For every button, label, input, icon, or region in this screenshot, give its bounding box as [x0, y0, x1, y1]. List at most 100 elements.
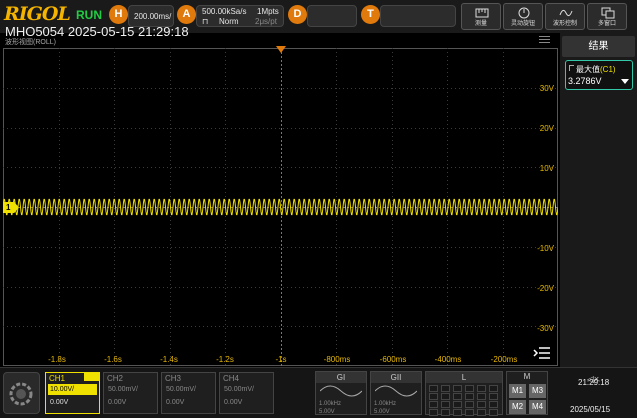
knob-button[interactable]: 灵动旋钮: [503, 3, 543, 30]
logic-channel-cell[interactable]: [441, 401, 450, 408]
gear-icon: [9, 382, 33, 406]
channel-ch4[interactable]: CH4 50.00mV/ 0.00V: [219, 372, 274, 414]
trigger-position-marker[interactable]: [276, 46, 286, 53]
channel-scale: 50.00mV/: [224, 386, 254, 393]
logic-channel-cell[interactable]: [453, 401, 462, 408]
ch1-active-tab: [84, 373, 100, 381]
acquisition-badge[interactable]: A: [177, 5, 196, 24]
logic-channel-cell[interactable]: [477, 385, 486, 392]
channel-ch2[interactable]: CH2 50.00mV/ 0.00V: [103, 372, 158, 414]
home-button[interactable]: [3, 372, 40, 414]
time-label: -1.8s: [48, 355, 66, 364]
wave-control-label: 波形控制: [552, 21, 577, 27]
logic-channel-cell[interactable]: [453, 409, 462, 416]
measurement-item[interactable]: 最大值(C1) 3.2786V: [565, 60, 633, 90]
channel-offset: 0.00V: [108, 399, 127, 406]
channel-offset: 0.00V: [50, 399, 69, 406]
graticule: [2, 48, 559, 366]
generator-gii[interactable]: GII 1.00kHz 5.00V: [370, 371, 422, 415]
chevron-down-icon[interactable]: [621, 79, 629, 84]
logic-channel-cell[interactable]: [453, 385, 462, 392]
logic-channel-cell[interactable]: [429, 401, 438, 408]
generator-amplitude: 5.00V: [319, 409, 335, 415]
logic-channel-cell[interactable]: [441, 385, 450, 392]
generator-name: GI: [316, 372, 366, 383]
memory-depth: 1Mpts: [257, 7, 279, 16]
trigger-box[interactable]: [380, 5, 456, 27]
logic-channel-cell[interactable]: [465, 385, 474, 392]
display-badge[interactable]: D: [288, 5, 307, 24]
logic-channel-cell[interactable]: [429, 385, 438, 392]
rigol-logo: RIGOL: [4, 3, 71, 25]
clock-time: 21:29:18: [578, 378, 610, 387]
ch1-waveform: [2, 198, 559, 216]
wave-control-button[interactable]: 波形控制: [545, 3, 585, 30]
channel-name: CH1: [49, 374, 66, 383]
logic-channel-cell[interactable]: [489, 401, 498, 408]
measurement-channel: (C1): [600, 65, 616, 74]
multi-window-button[interactable]: 多窗口: [587, 3, 627, 30]
logic-analyzer-panel[interactable]: L: [425, 371, 503, 416]
run-status[interactable]: RUN: [76, 8, 102, 22]
time-label: -800ms: [323, 355, 351, 364]
expand-menu-icon[interactable]: [533, 346, 551, 360]
channel-name: CH3: [165, 374, 182, 383]
logic-channel-cell[interactable]: [441, 393, 450, 400]
logic-channel-cell[interactable]: [429, 393, 438, 400]
logic-channel-cell[interactable]: [477, 393, 486, 400]
logic-channel-cell[interactable]: [465, 393, 474, 400]
generator-name: GII: [371, 372, 421, 383]
channel-ch3[interactable]: CH3 50.00mV/ 0.00V: [161, 372, 216, 414]
trigger-badge[interactable]: T: [361, 5, 380, 24]
time-label: -1s: [275, 355, 287, 364]
math-m4-button[interactable]: M4: [529, 400, 546, 414]
measurement-type-icon: [569, 65, 574, 71]
math-m1-button[interactable]: M1: [509, 384, 526, 398]
volt-label: 20V: [539, 124, 554, 133]
time-label: -1.6s: [104, 355, 122, 364]
logic-title: L: [426, 372, 502, 383]
channel-name: CH2: [107, 374, 124, 383]
logic-channel-cell[interactable]: [453, 393, 462, 400]
measurement-name-row: 最大值(C1): [576, 64, 616, 75]
channel-scale: 50.00mV/: [108, 386, 138, 393]
logic-channel-cell[interactable]: [489, 409, 498, 416]
waveform-grid[interactable]: [2, 48, 559, 366]
logic-channel-cell[interactable]: [465, 409, 474, 416]
logic-channel-cell[interactable]: [429, 409, 438, 416]
sine-wave-icon: [320, 385, 362, 397]
channel-scale: 50.00mV/: [166, 386, 196, 393]
acq-mode: Norm: [219, 17, 239, 26]
math-m2-button[interactable]: M2: [509, 400, 526, 414]
generator-frequency: 1.00kHz: [374, 401, 397, 407]
generator-amplitude: 5.00V: [374, 409, 390, 415]
time-label: -400ms: [434, 355, 462, 364]
horizontal-badge[interactable]: H: [109, 5, 128, 24]
logic-channel-cell[interactable]: [477, 401, 486, 408]
display-box[interactable]: [307, 5, 357, 27]
window-menu-icon[interactable]: [539, 36, 550, 45]
measure-button[interactable]: 测量: [461, 3, 501, 30]
results-panel: 结果 最大值(C1) 3.2786V: [560, 33, 637, 367]
knob-label: 灵动旋钮: [510, 21, 535, 27]
window-label: 波形视图(ROLL): [5, 39, 56, 46]
acquisition-box[interactable]: 500.00kSa/s 1Mpts ⊓ Norm 2μs/pt: [196, 5, 284, 27]
logic-channel-cell[interactable]: [489, 393, 498, 400]
channel-offset: 0.00V: [166, 399, 185, 406]
time-per-point: 2μs/pt: [255, 17, 277, 26]
logic-channel-cell[interactable]: [477, 409, 486, 416]
math-panel[interactable]: M M1 M3 M2 M4: [506, 371, 548, 415]
measurement-name: 最大值: [576, 65, 600, 74]
math-m3-button[interactable]: M3: [529, 384, 546, 398]
volt-label: 30V: [539, 84, 554, 93]
logic-channel-cell[interactable]: [489, 385, 498, 392]
logic-channel-cell[interactable]: [465, 401, 474, 408]
multi-window-label: 多窗口: [597, 21, 616, 27]
generator-gi[interactable]: GI 1.00kHz 5.00V: [315, 371, 367, 415]
math-title: M: [523, 372, 531, 381]
time-label: -600ms: [379, 355, 407, 364]
time-label: -1.2s: [216, 355, 234, 364]
sample-rate: 500.00kSa/s: [202, 7, 247, 16]
logic-channel-cell[interactable]: [441, 409, 450, 416]
channel-ch1[interactable]: CH1 10.00V/ 0.00V: [45, 372, 100, 414]
